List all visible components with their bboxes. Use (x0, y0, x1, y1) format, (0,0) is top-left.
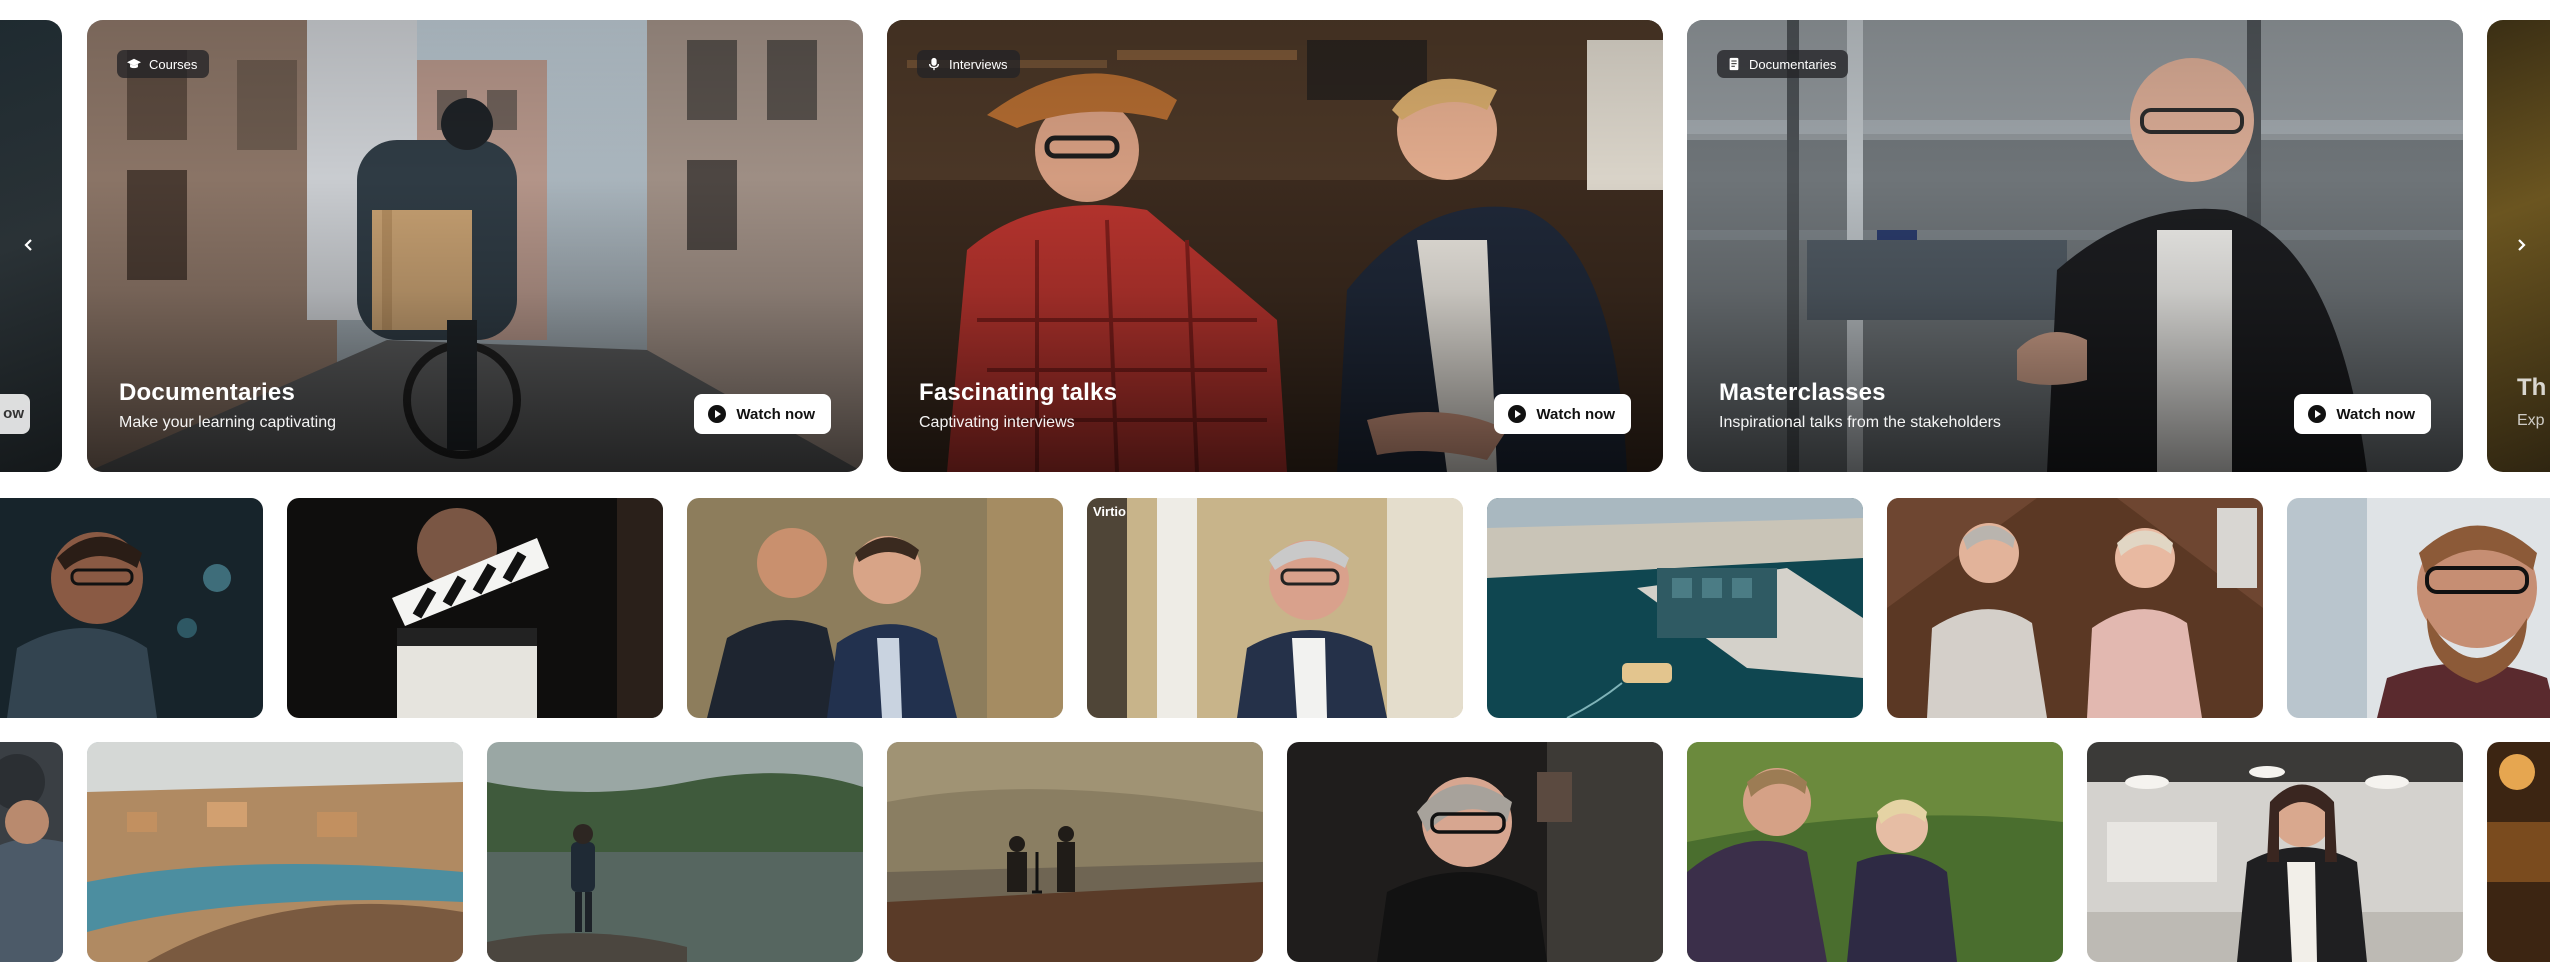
microphone-icon (928, 57, 940, 71)
video-thumbnail[interactable] (2487, 742, 2550, 962)
graduation-cap-icon (127, 58, 141, 69)
badge-label: Courses (149, 56, 198, 72)
watch-now-label: Watch now (1536, 405, 1615, 423)
video-thumbnail[interactable] (1487, 498, 1863, 718)
hero-subtitle: Make your learning captivating (119, 414, 337, 431)
hero-title: Documentaries (119, 379, 295, 406)
badge-label: Interviews (949, 56, 1008, 72)
video-gallery: ow Courses Documentaries Make your learn… (0, 0, 2550, 962)
watch-now-label: Watch now (736, 405, 815, 423)
video-thumbnail[interactable] (887, 742, 1263, 962)
video-thumbnail[interactable] (1687, 742, 2063, 962)
category-badge: Documentaries (1717, 50, 1849, 78)
play-icon (708, 405, 727, 423)
video-thumbnail[interactable] (2087, 742, 2463, 962)
chevron-right-icon (2518, 239, 2526, 251)
video-thumbnail[interactable] (1287, 742, 1663, 962)
video-thumbnail[interactable] (287, 498, 663, 718)
category-badge: Interviews (917, 50, 1020, 78)
badge-label: Documentaries (1749, 56, 1837, 72)
document-icon (1729, 57, 1739, 71)
category-badge: Courses (117, 50, 210, 78)
video-thumbnail[interactable] (1887, 498, 2263, 718)
hero-card-documentaries[interactable]: Courses Documentaries Make your learning… (87, 20, 863, 472)
video-thumbnail[interactable] (487, 742, 863, 962)
play-icon (1508, 405, 1527, 423)
video-thumbnail[interactable] (2287, 498, 2550, 718)
hero-title: Fascinating talks (919, 379, 1118, 406)
carousel-prev-button[interactable] (14, 230, 44, 260)
carousel-next-button[interactable] (2506, 230, 2536, 260)
video-thumbnail[interactable] (0, 498, 263, 718)
hero-card-masterclasses[interactable]: Documentaries Masterclasses Inspirationa… (1687, 20, 2463, 472)
play-icon (2308, 405, 2327, 423)
watch-now-button[interactable]: Watch now (1494, 394, 1631, 434)
watch-now-button-partial[interactable]: ow (0, 394, 30, 434)
watch-now-label: Watch now (2336, 405, 2415, 423)
video-thumbnail[interactable] (87, 742, 463, 962)
hero-subtitle: Captivating interviews (919, 414, 1075, 431)
hero-card-fascinating-talks[interactable]: Interviews Fascinating talks Captivating… (887, 20, 1663, 472)
hero-title-partial: Th (2517, 374, 2547, 401)
hero-subtitle-partial: Exp (2517, 412, 2545, 429)
hero-title: Masterclasses (1719, 379, 1886, 406)
hero-subtitle: Inspirational talks from the stakeholder… (1719, 414, 2001, 431)
chevron-left-icon (24, 239, 32, 251)
video-thumbnail[interactable] (687, 498, 1063, 718)
video-thumbnail[interactable] (0, 742, 63, 962)
video-thumbnail[interactable]: Virtio (1087, 498, 1463, 718)
watch-now-button[interactable]: Watch now (2294, 394, 2431, 434)
watermark-label: Virtio (1093, 504, 1126, 519)
watch-now-button[interactable]: Watch now (694, 394, 831, 434)
